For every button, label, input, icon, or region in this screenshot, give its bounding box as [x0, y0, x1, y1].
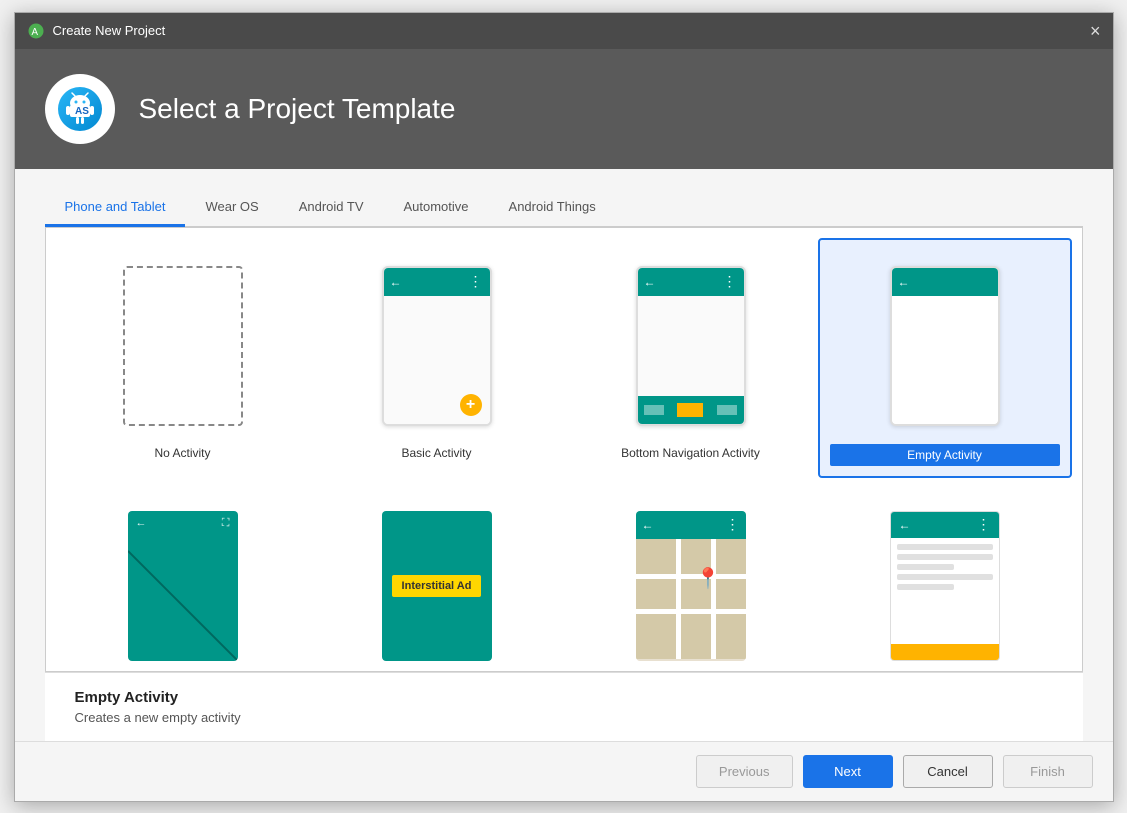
- dialog-header: AS Select a Project Template: [15, 49, 1113, 169]
- master-bottom-bar: [891, 644, 999, 660]
- template-grid-container[interactable]: No Activity ← ⋮ +: [45, 227, 1083, 672]
- map-road-4: [711, 539, 716, 659]
- bottom-nav-label: Bottom Navigation Activity: [617, 444, 764, 462]
- bottom-nav-bar: [638, 396, 744, 424]
- basic-menu-icon: ⋮: [469, 273, 484, 290]
- description-area: Empty Activity Creates a new empty activ…: [45, 672, 1083, 741]
- basic-back-icon: ←: [390, 275, 402, 289]
- selected-template-title: Empty Activity: [75, 689, 1053, 706]
- svg-text:A: A: [31, 26, 38, 37]
- tab-wear-os[interactable]: Wear OS: [185, 189, 278, 227]
- svg-text:AS: AS: [75, 106, 89, 117]
- master-body: [891, 538, 999, 644]
- master-topbar: ← ⋮: [891, 512, 999, 538]
- master-line-4: [897, 574, 993, 580]
- bottom-nav-phone: ← ⋮: [636, 266, 746, 426]
- interstitial-phone: Interstitial Ad: [382, 511, 492, 661]
- cancel-button[interactable]: Cancel: [903, 755, 993, 788]
- content-area: Phone and Tablet Wear OS Android TV Auto…: [15, 169, 1113, 741]
- basic-activity-preview: ← ⋮ +: [362, 256, 512, 436]
- map-marker: 📍: [696, 569, 721, 589]
- basic-activity-label: Basic Activity: [397, 444, 475, 462]
- map-road-2: [636, 609, 746, 614]
- master-line-5: [897, 584, 955, 590]
- nav-item-2: [677, 403, 703, 417]
- no-activity-dashed-box: [123, 266, 243, 426]
- next-button[interactable]: Next: [803, 755, 893, 788]
- empty-back-icon: ←: [898, 275, 910, 289]
- nav-item-1: [644, 405, 664, 415]
- basic-topbar: ← ⋮: [384, 268, 490, 296]
- template-basic-activity[interactable]: ← ⋮ + Basic Activity: [310, 238, 564, 478]
- previous-button[interactable]: Previous: [696, 755, 793, 788]
- tab-automotive[interactable]: Automotive: [383, 189, 488, 227]
- map-road-3: [676, 539, 681, 659]
- template-fullscreen[interactable]: ← ⛶ Fullscreen Activity: [56, 478, 310, 672]
- template-master-detail[interactable]: ← ⋮: [818, 478, 1072, 672]
- bottom-nav-topbar: ← ⋮: [638, 268, 744, 296]
- empty-activity-phone: ←: [890, 266, 1000, 426]
- dialog-footer: Previous Next Cancel Finish: [15, 741, 1113, 801]
- tab-android-tv[interactable]: Android TV: [279, 189, 384, 227]
- template-no-activity[interactable]: No Activity: [56, 238, 310, 478]
- master-line-1: [897, 544, 993, 550]
- empty-activity-label: Empty Activity: [830, 444, 1060, 466]
- maps-menu-icon: ⋮: [726, 516, 740, 533]
- title-bar: A Create New Project ×: [15, 13, 1113, 49]
- create-project-dialog: A Create New Project ×: [14, 12, 1114, 802]
- nav-item-3: [717, 405, 737, 415]
- fullscreen-diagonal: [128, 511, 238, 661]
- bottom-nav-menu-icon: ⋮: [723, 273, 738, 290]
- title-bar-title: Create New Project: [53, 23, 166, 38]
- no-activity-label: No Activity: [150, 444, 214, 462]
- bottom-nav-back-icon: ←: [644, 275, 656, 289]
- template-grid: No Activity ← ⋮ +: [46, 228, 1082, 672]
- template-interstitial-ad[interactable]: Interstitial Ad Interstitial Ad: [310, 478, 564, 672]
- android-studio-logo: AS: [56, 85, 104, 133]
- master-line-3: [897, 564, 955, 570]
- bottom-nav-preview: ← ⋮: [616, 256, 766, 436]
- template-bottom-navigation[interactable]: ← ⋮ Bottom Navigation Activity: [564, 238, 818, 478]
- selected-template-description: Creates a new empty activity: [75, 710, 1053, 725]
- master-menu-icon: ⋮: [977, 516, 991, 533]
- header-title: Select a Project Template: [139, 93, 456, 125]
- close-button[interactable]: ×: [1090, 22, 1101, 40]
- header-logo: AS: [45, 74, 115, 144]
- empty-topbar: ←: [892, 268, 998, 296]
- empty-body: [892, 296, 998, 424]
- tab-android-things[interactable]: Android Things: [489, 189, 616, 227]
- title-bar-left: A Create New Project: [27, 22, 166, 40]
- android-studio-title-icon: A: [27, 22, 45, 40]
- template-google-maps[interactable]: ← ⋮ 📍: [564, 478, 818, 672]
- tab-phone-tablet[interactable]: Phone and Tablet: [45, 189, 186, 227]
- fullscreen-preview: ← ⛶: [108, 496, 258, 672]
- maps-preview: ← ⋮ 📍: [616, 496, 766, 672]
- no-activity-preview: [108, 256, 258, 436]
- empty-activity-preview: ←: [870, 256, 1020, 436]
- map-road-1: [636, 574, 746, 579]
- platform-tabs: Phone and Tablet Wear OS Android TV Auto…: [45, 189, 1083, 227]
- basic-body: +: [384, 296, 490, 424]
- finish-button[interactable]: Finish: [1003, 755, 1093, 788]
- master-line-2: [897, 554, 993, 560]
- maps-topbar: ← ⋮: [636, 511, 746, 539]
- maps-phone: ← ⋮ 📍: [636, 511, 746, 661]
- bottom-nav-body: [638, 296, 744, 396]
- maps-content: 📍: [636, 539, 746, 659]
- master-detail-preview: ← ⋮: [870, 496, 1020, 672]
- interstitial-badge: Interstitial Ad: [392, 575, 482, 597]
- maps-back-icon: ←: [642, 518, 654, 532]
- basic-activity-phone: ← ⋮ +: [382, 266, 492, 426]
- template-empty-activity[interactable]: ← Empty Activity: [818, 238, 1072, 478]
- fullscreen-phone: ← ⛶: [128, 511, 238, 661]
- master-back-icon: ←: [899, 518, 911, 532]
- master-phone: ← ⋮: [890, 511, 1000, 661]
- interstitial-preview: Interstitial Ad: [362, 496, 512, 672]
- basic-fab: +: [460, 394, 482, 416]
